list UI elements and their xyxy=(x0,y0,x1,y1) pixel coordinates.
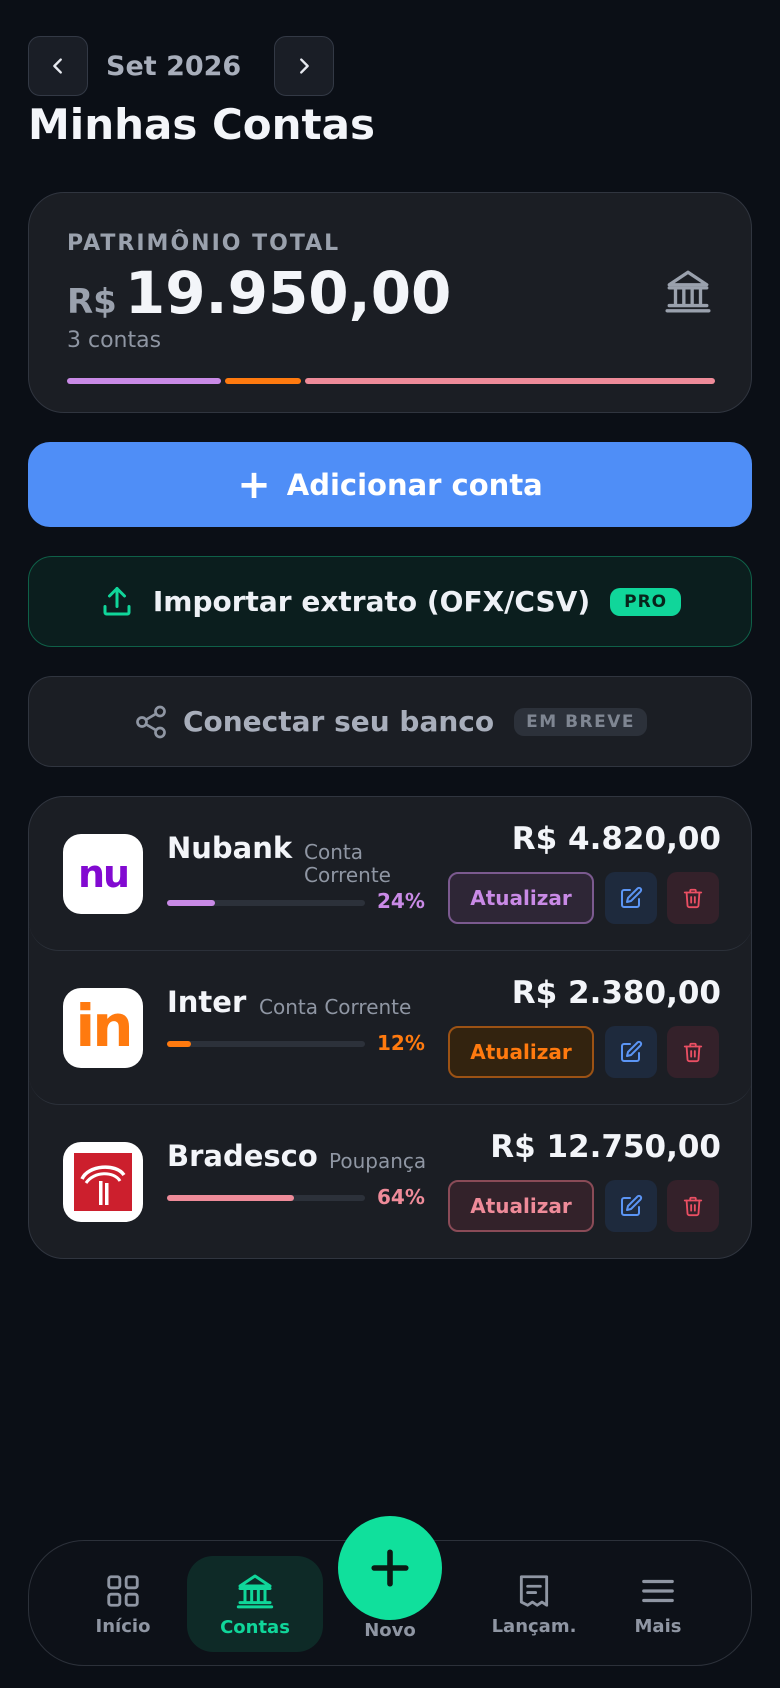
pro-badge: PRO xyxy=(610,587,682,616)
tab-lancamentos[interactable]: Lançam. xyxy=(479,1541,589,1667)
new-transaction-button[interactable] xyxy=(338,1516,442,1620)
edit-button[interactable] xyxy=(605,872,657,924)
account-row-bradesco: Bradesco Poupança 64% R$ 12.750,00 Atual… xyxy=(29,1105,751,1258)
update-button[interactable]: Atualizar xyxy=(448,1026,594,1078)
account-row-nubank: nu Nubank Conta Corrente 24% R$ 4.820,00… xyxy=(29,797,751,951)
share-bar-fill xyxy=(167,900,215,906)
account-name: Nubank xyxy=(167,831,293,865)
receipt-icon xyxy=(519,1574,549,1607)
plus-icon: + xyxy=(237,461,271,508)
account-type: Conta Corrente xyxy=(304,840,391,887)
currency-symbol: R$ xyxy=(67,282,117,322)
delete-button[interactable] xyxy=(667,1180,719,1232)
edit-icon xyxy=(621,886,643,908)
share-percent: 64% xyxy=(377,1185,425,1209)
new-transaction-label: Novo xyxy=(364,1620,416,1641)
bradesco-logo xyxy=(63,1142,143,1222)
previous-month-button[interactable] xyxy=(28,36,88,96)
account-type: Conta Corrente xyxy=(259,995,412,1019)
update-button[interactable]: Atualizar xyxy=(448,1180,594,1232)
tab-label: Início xyxy=(95,1615,151,1637)
trash-icon xyxy=(683,1196,703,1217)
tab-inicio[interactable]: Início xyxy=(77,1541,169,1667)
nubank-logo-text: nu xyxy=(77,852,130,896)
bradesco-logo-mark xyxy=(74,1153,132,1211)
net-worth-amount: R$ 19.950,00 xyxy=(67,259,451,327)
nubank-logo: nu xyxy=(63,834,143,914)
plus-icon xyxy=(371,1549,409,1587)
upload-icon xyxy=(103,586,131,615)
share-percent: 12% xyxy=(377,1031,425,1055)
month-selector: Set 2026 xyxy=(28,36,334,96)
share-bar xyxy=(167,1041,365,1047)
menu-icon xyxy=(642,1579,674,1602)
account-row-inter: in Inter Conta Corrente 12% R$ 2.380,00 … xyxy=(29,951,751,1105)
add-account-label: Adicionar conta xyxy=(286,467,543,502)
distribution-segment xyxy=(224,378,302,384)
add-account-button[interactable]: + Adicionar conta xyxy=(28,442,752,527)
share-bar-fill xyxy=(167,1195,294,1201)
account-name: Bradesco xyxy=(167,1139,318,1173)
accounts-list: nu Nubank Conta Corrente 24% R$ 4.820,00… xyxy=(28,796,752,1259)
account-type: Poupança xyxy=(329,1149,427,1173)
account-balance: R$ 12.750,00 xyxy=(490,1129,721,1165)
trash-icon xyxy=(683,888,703,909)
chevron-left-icon xyxy=(53,58,62,74)
import-statement-button[interactable]: Importar extrato (OFX/CSV) PRO xyxy=(28,556,752,647)
net-worth-value: 19.950,00 xyxy=(124,259,452,327)
distribution-segment xyxy=(67,378,221,384)
trash-icon xyxy=(683,1042,703,1063)
bank-icon xyxy=(236,1574,274,1608)
account-balance: R$ 2.380,00 xyxy=(511,975,721,1011)
inter-logo: in xyxy=(63,988,143,1068)
share-bar xyxy=(167,1195,365,1201)
connect-bank-button[interactable]: Conectar seu banco EM BREVE xyxy=(28,676,752,767)
delete-button[interactable] xyxy=(667,1026,719,1078)
account-balance: R$ 4.820,00 xyxy=(511,821,721,857)
delete-button[interactable] xyxy=(667,872,719,924)
account-count: 3 contas xyxy=(67,328,162,353)
update-button[interactable]: Atualizar xyxy=(448,872,594,924)
tab-label: Lançam. xyxy=(491,1615,577,1637)
distribution-segment xyxy=(305,378,715,384)
page-title: Minhas Contas xyxy=(28,100,375,149)
connect-bank-label: Conectar seu banco xyxy=(182,705,495,738)
current-month: Set 2026 xyxy=(106,50,242,82)
next-month-button[interactable] xyxy=(274,36,334,96)
bank-icon xyxy=(663,265,713,321)
tab-contas[interactable]: Contas xyxy=(187,1556,323,1652)
share-bar xyxy=(167,900,365,906)
edit-icon xyxy=(621,1040,643,1062)
edit-button[interactable] xyxy=(605,1026,657,1078)
net-worth-card: PATRIMÔNIO TOTAL R$ 19.950,00 3 contas xyxy=(28,192,752,413)
tab-label: Mais xyxy=(634,1615,682,1637)
account-name: Inter xyxy=(167,985,247,1019)
edit-icon xyxy=(621,1194,643,1216)
grid-icon xyxy=(107,1574,139,1607)
import-statement-label: Importar extrato (OFX/CSV) xyxy=(152,585,591,618)
coming-soon-badge: EM BREVE xyxy=(514,707,648,736)
distribution-bar xyxy=(67,378,715,384)
edit-button[interactable] xyxy=(605,1180,657,1232)
share-icon xyxy=(136,705,166,738)
inter-logo-text: in xyxy=(75,992,133,1060)
share-percent: 24% xyxy=(377,889,425,913)
net-worth-label: PATRIMÔNIO TOTAL xyxy=(67,231,341,256)
share-bar-fill xyxy=(167,1041,191,1047)
chevron-right-icon xyxy=(300,58,309,74)
tab-label: Contas xyxy=(220,1616,290,1638)
tab-mais[interactable]: Mais xyxy=(613,1541,703,1667)
